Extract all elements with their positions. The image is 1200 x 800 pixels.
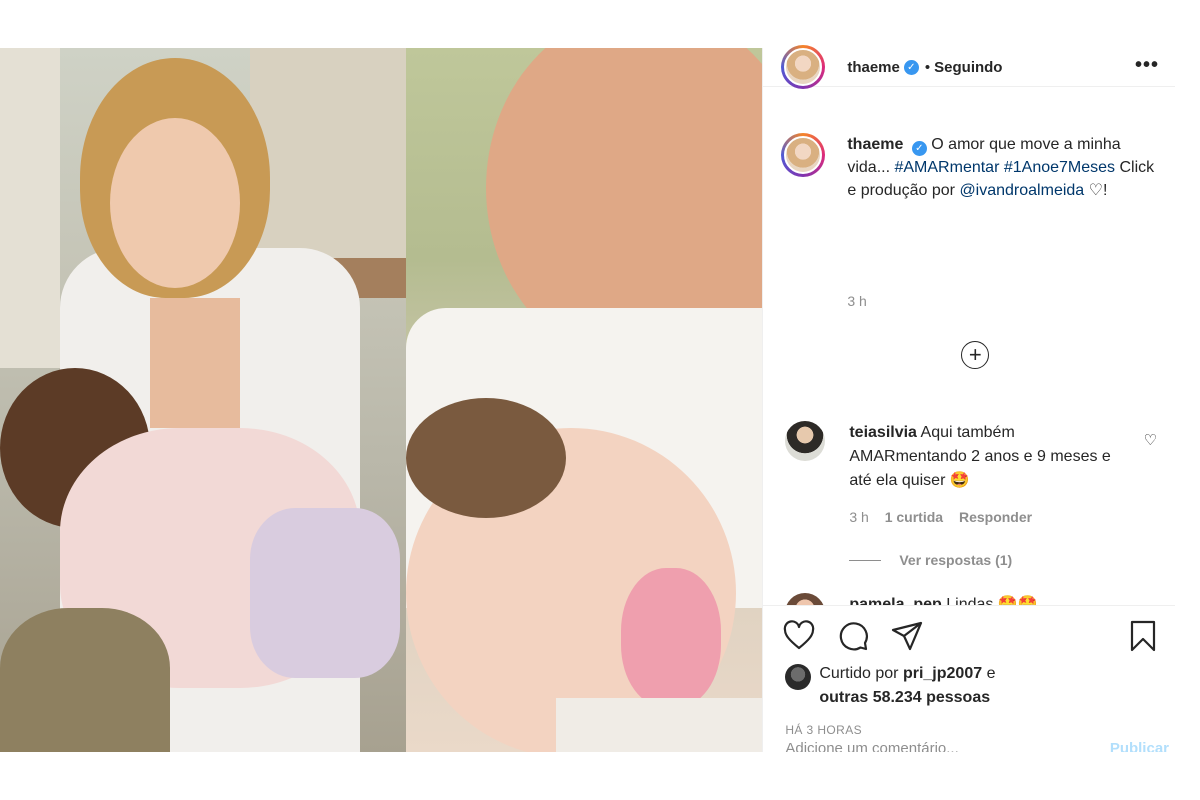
comment-input[interactable]: Adicione um comentário... bbox=[785, 740, 958, 752]
caption-text: thaeme ✓ O amor que move a minha vida...… bbox=[847, 133, 1157, 202]
heart-icon[interactable] bbox=[781, 618, 817, 654]
post-sidebar: thaeme ✓ • Seguindo ••• thaeme ✓ O amor … bbox=[762, 45, 1175, 752]
likes-summary: Curtido por pri_jp2007 e outras 58.234 p… bbox=[785, 662, 995, 710]
hashtag-amarmentar[interactable]: #AMARmentar bbox=[894, 159, 999, 176]
caption-avatar[interactable] bbox=[781, 133, 826, 177]
verified-icon: ✓ bbox=[903, 59, 919, 75]
add-comment-bar: Adicione um comentário... Publicar bbox=[763, 726, 1175, 752]
comment-avatar[interactable] bbox=[785, 593, 826, 605]
share-icon[interactable] bbox=[889, 618, 925, 654]
caption-username[interactable]: thaeme bbox=[847, 136, 903, 153]
comment-username[interactable]: teiasilvia bbox=[849, 424, 917, 441]
view-replies-label[interactable]: Ver respostas (1) bbox=[899, 552, 1012, 568]
comment-text: pamela_pep Lindas 🤩🤩 bbox=[849, 593, 1119, 605]
publish-button[interactable]: Publicar bbox=[1110, 740, 1169, 752]
more-icon[interactable]: ••• bbox=[1135, 54, 1159, 77]
liked-by-user[interactable]: pri_jp2007 bbox=[903, 665, 982, 682]
comment-username[interactable]: pamela_pep bbox=[849, 596, 941, 605]
comment-icon[interactable] bbox=[835, 618, 871, 654]
liker-avatar[interactable] bbox=[785, 664, 812, 690]
comment-meta: 3 h 1 curtida Responder bbox=[849, 509, 1044, 525]
heart-emoji: ♡ bbox=[1088, 182, 1103, 199]
view-replies[interactable]: Ver respostas (1) bbox=[849, 552, 1012, 568]
caption-time: 3 h bbox=[847, 293, 867, 309]
comment-body: Lindas 🤩🤩 bbox=[946, 596, 1038, 605]
comment-avatar[interactable] bbox=[785, 421, 826, 461]
action-bar: Curtido por pri_jp2007 e outras 58.234 p… bbox=[763, 605, 1175, 737]
comment-item: teiasilvia Aqui também AMARmentando 2 an… bbox=[785, 421, 1165, 493]
save-icon[interactable] bbox=[1125, 618, 1161, 654]
comment-item: pamela_pep Lindas 🤩🤩 bbox=[785, 593, 1165, 605]
comment-likes[interactable]: 1 curtida bbox=[885, 509, 943, 525]
caption-body-end: ! bbox=[1102, 182, 1108, 199]
liked-by-others[interactable]: outras 58.234 pessoas bbox=[819, 689, 990, 706]
following-button[interactable]: Seguindo bbox=[934, 59, 1002, 76]
replies-divider bbox=[849, 559, 882, 561]
liked-by-conj: e bbox=[986, 665, 996, 682]
author-username[interactable]: thaeme bbox=[847, 59, 900, 76]
comments-area[interactable]: thaeme ✓ O amor que move a minha vida...… bbox=[763, 87, 1175, 605]
action-icons bbox=[781, 618, 925, 654]
mention-ivandroalmeida[interactable]: @ivandroalmeida bbox=[959, 182, 1084, 199]
caption: thaeme ✓ O amor que move a minha vida...… bbox=[781, 133, 1161, 202]
heart-icon[interactable]: ♡ bbox=[1144, 431, 1157, 449]
photo-left-panel bbox=[0, 48, 406, 752]
verified-icon: ✓ bbox=[911, 141, 927, 156]
post-photo[interactable] bbox=[0, 48, 763, 752]
reply-button[interactable]: Responder bbox=[959, 509, 1032, 525]
comment-time: 3 h bbox=[849, 509, 869, 525]
separator-dot: • bbox=[924, 58, 931, 76]
comment-text: teiasilvia Aqui também AMARmentando 2 an… bbox=[849, 421, 1119, 493]
liked-by-prefix: Curtido por bbox=[819, 665, 899, 682]
photo-right-panel bbox=[405, 48, 763, 752]
post-header: thaeme ✓ • Seguindo ••• bbox=[763, 45, 1175, 89]
instagram-post: thaeme ✓ • Seguindo ••• thaeme ✓ O amor … bbox=[0, 45, 1175, 752]
hashtag-1anoe7meses[interactable]: #1Anoe7Meses bbox=[1004, 159, 1115, 176]
plus-circle-icon[interactable]: + bbox=[961, 341, 990, 369]
author-avatar[interactable] bbox=[781, 45, 826, 89]
